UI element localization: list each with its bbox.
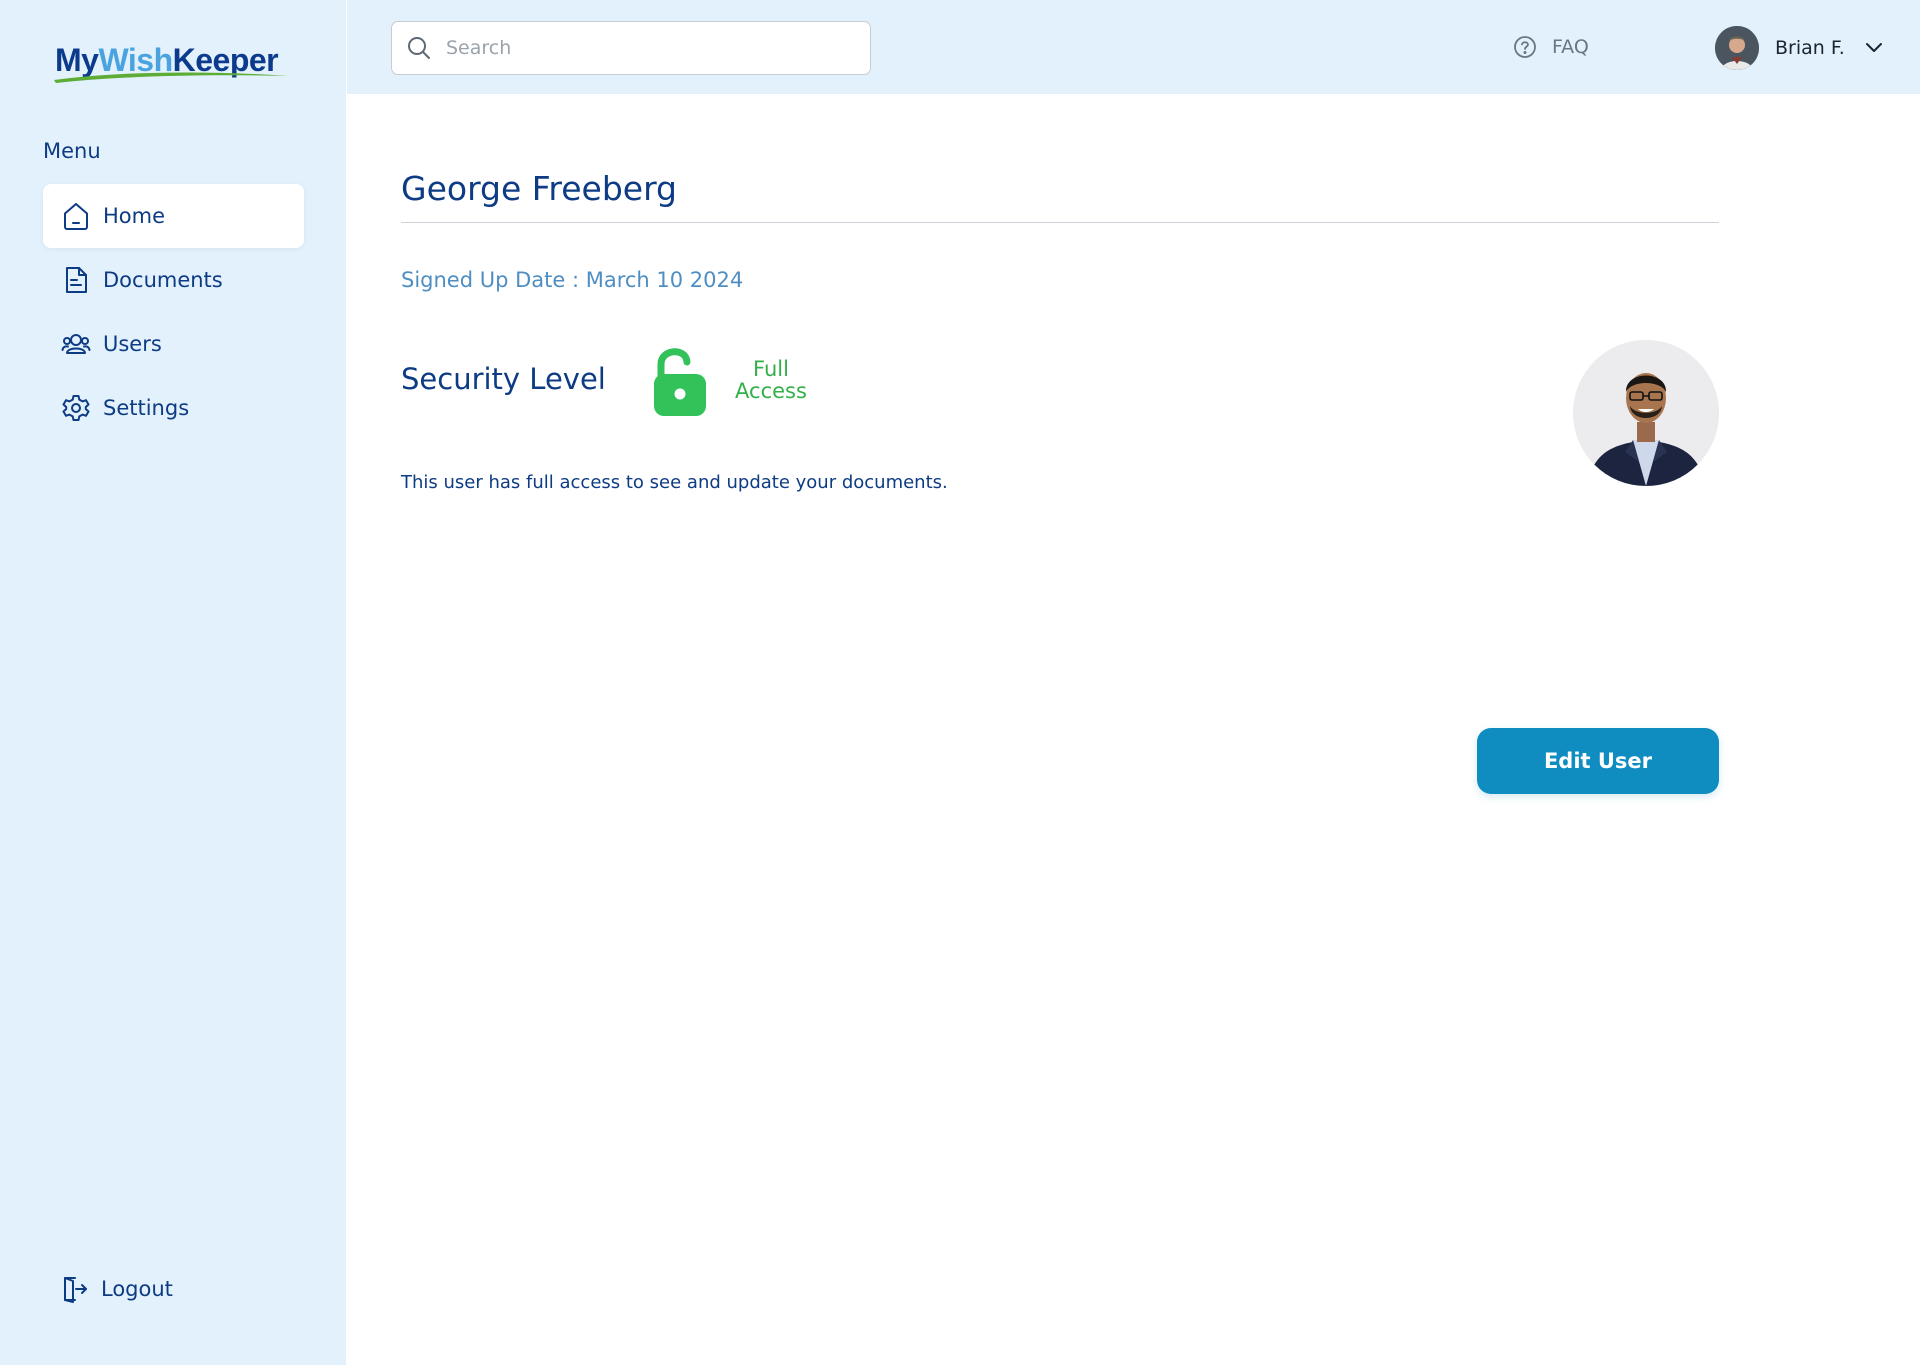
users-icon [61,329,91,359]
title-divider [401,222,1719,223]
help-icon [1512,34,1538,60]
logout-label: Logout [101,1277,173,1301]
search-icon [406,35,432,61]
logout-button[interactable]: Logout [61,1274,173,1304]
access-line-2: Access [735,379,807,403]
sidebar-nav: Home Documents Users Settings [43,184,304,440]
logout-icon [61,1274,89,1304]
sidebar-item-label: Home [103,204,166,228]
page-title: George Freeberg [401,169,678,208]
user-name: Brian F. [1775,37,1845,59]
user-menu[interactable]: Brian F. [1715,26,1883,70]
profile-photo [1573,340,1719,486]
main-content: George Freeberg Signed Up Date : March 1… [347,94,1920,1365]
access-description: This user has full access to see and upd… [401,472,948,493]
unlock-icon [654,348,706,416]
chevron-down-icon [1865,39,1883,58]
sidebar-item-users[interactable]: Users [43,312,304,376]
menu-label: Menu [43,139,101,163]
sidebar-item-home[interactable]: Home [43,184,304,248]
app-root: MyWishKeeper Menu Home Documents Users S… [0,0,1920,1365]
access-line-1: Full [753,357,789,381]
access-level-text: Full Access [716,358,826,402]
home-icon [61,201,91,231]
sidebar-item-documents[interactable]: Documents [43,248,304,312]
security-level-label: Security Level [401,362,606,396]
sidebar-item-label: Users [103,332,162,356]
sidebar: MyWishKeeper Menu Home Documents Users S… [0,0,346,1365]
sidebar-item-label: Documents [103,268,223,292]
avatar [1715,26,1759,70]
faq-link[interactable]: FAQ [1512,34,1589,60]
gear-icon [61,393,91,423]
sidebar-item-settings[interactable]: Settings [43,376,304,440]
signed-up-date: Signed Up Date : March 10 2024 [401,268,744,292]
logo-swoosh [54,72,288,83]
faq-label: FAQ [1552,36,1589,58]
sidebar-item-label: Settings [103,396,190,420]
search-bar[interactable] [391,21,871,75]
search-input[interactable] [446,37,846,59]
top-header: FAQ Brian F. [347,0,1920,94]
edit-user-button[interactable]: Edit User [1477,728,1719,794]
document-icon [61,265,91,295]
